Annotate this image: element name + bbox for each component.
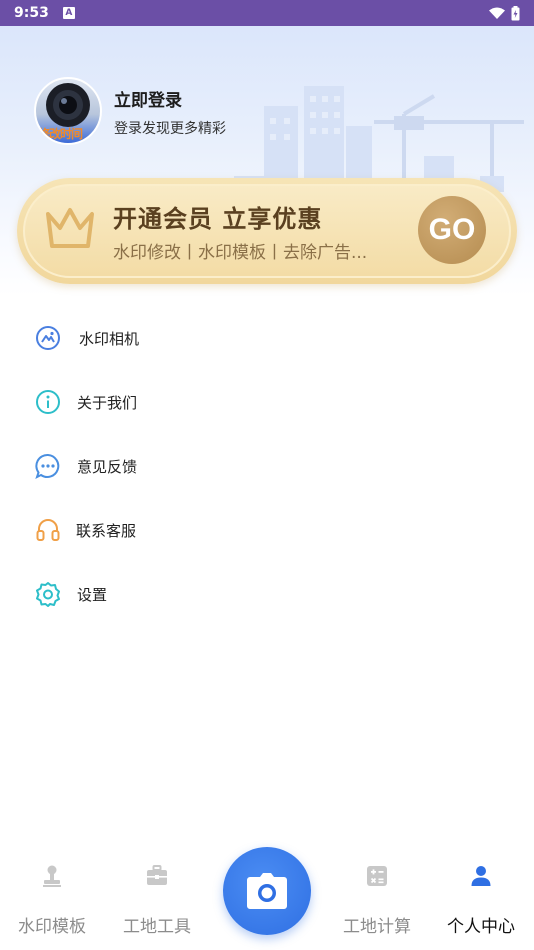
- menu-item-label: 关于我们: [77, 393, 138, 412]
- status-bar: 9:53 A: [0, 0, 534, 26]
- person-icon: [471, 866, 491, 886]
- info-icon: [35, 389, 61, 415]
- menu-item-label: 意见反馈: [77, 457, 138, 476]
- tab-site-calculation[interactable]: 工地计算: [325, 860, 429, 940]
- menu-item-label: 联系客服: [76, 521, 137, 540]
- menu-item-feedback[interactable]: 意见反馈: [0, 434, 534, 498]
- chat-bubble-icon: [35, 453, 61, 479]
- tab-watermark-templates[interactable]: 水印模板: [0, 860, 104, 940]
- wifi-icon: [489, 7, 505, 19]
- headset-icon: [35, 517, 61, 543]
- stamp-icon: [43, 865, 61, 887]
- calculator-icon: [367, 866, 387, 886]
- status-indicators: [489, 5, 520, 21]
- tab-label: 个人中心: [447, 917, 515, 937]
- camera-icon: [247, 873, 287, 909]
- login-subtitle: 登录发现更多精彩: [114, 121, 226, 137]
- toolbox-icon: [147, 865, 167, 885]
- tab-label: 工地工具: [123, 917, 191, 937]
- menu-item-settings[interactable]: 设置: [0, 562, 534, 626]
- tab-personal-center[interactable]: 个人中心: [429, 860, 533, 940]
- center-camera-button[interactable]: [223, 847, 311, 935]
- battery-icon: [511, 5, 520, 20]
- avatar-caption: 修改时间: [38, 127, 83, 141]
- crown-icon: [46, 208, 94, 248]
- vip-description: 水印修改丨水印模板丨去除广告...: [113, 243, 368, 263]
- watermark-camera-icon: [35, 325, 61, 351]
- menu-item-label: 水印相机: [79, 329, 140, 348]
- vip-go-button[interactable]: GO: [418, 196, 486, 264]
- tab-site-tools[interactable]: 工地工具: [105, 860, 209, 940]
- menu-item-watermark-camera[interactable]: 水印相机: [0, 306, 534, 370]
- menu-item-customer-service[interactable]: 联系客服: [0, 498, 534, 562]
- menu-item-about-us[interactable]: 关于我们: [0, 370, 534, 434]
- tab-label: 工地计算: [343, 917, 411, 937]
- notification-icon: A: [62, 7, 75, 19]
- status-time: 9:53: [14, 5, 49, 21]
- tab-label: 水印模板: [18, 917, 86, 937]
- avatar[interactable]: 修改时间: [34, 77, 102, 145]
- vip-title: 开通会员 立享优惠: [113, 205, 323, 233]
- menu-item-label: 设置: [77, 585, 108, 604]
- login-title[interactable]: 立即登录: [114, 86, 182, 111]
- gear-icon: [35, 581, 61, 607]
